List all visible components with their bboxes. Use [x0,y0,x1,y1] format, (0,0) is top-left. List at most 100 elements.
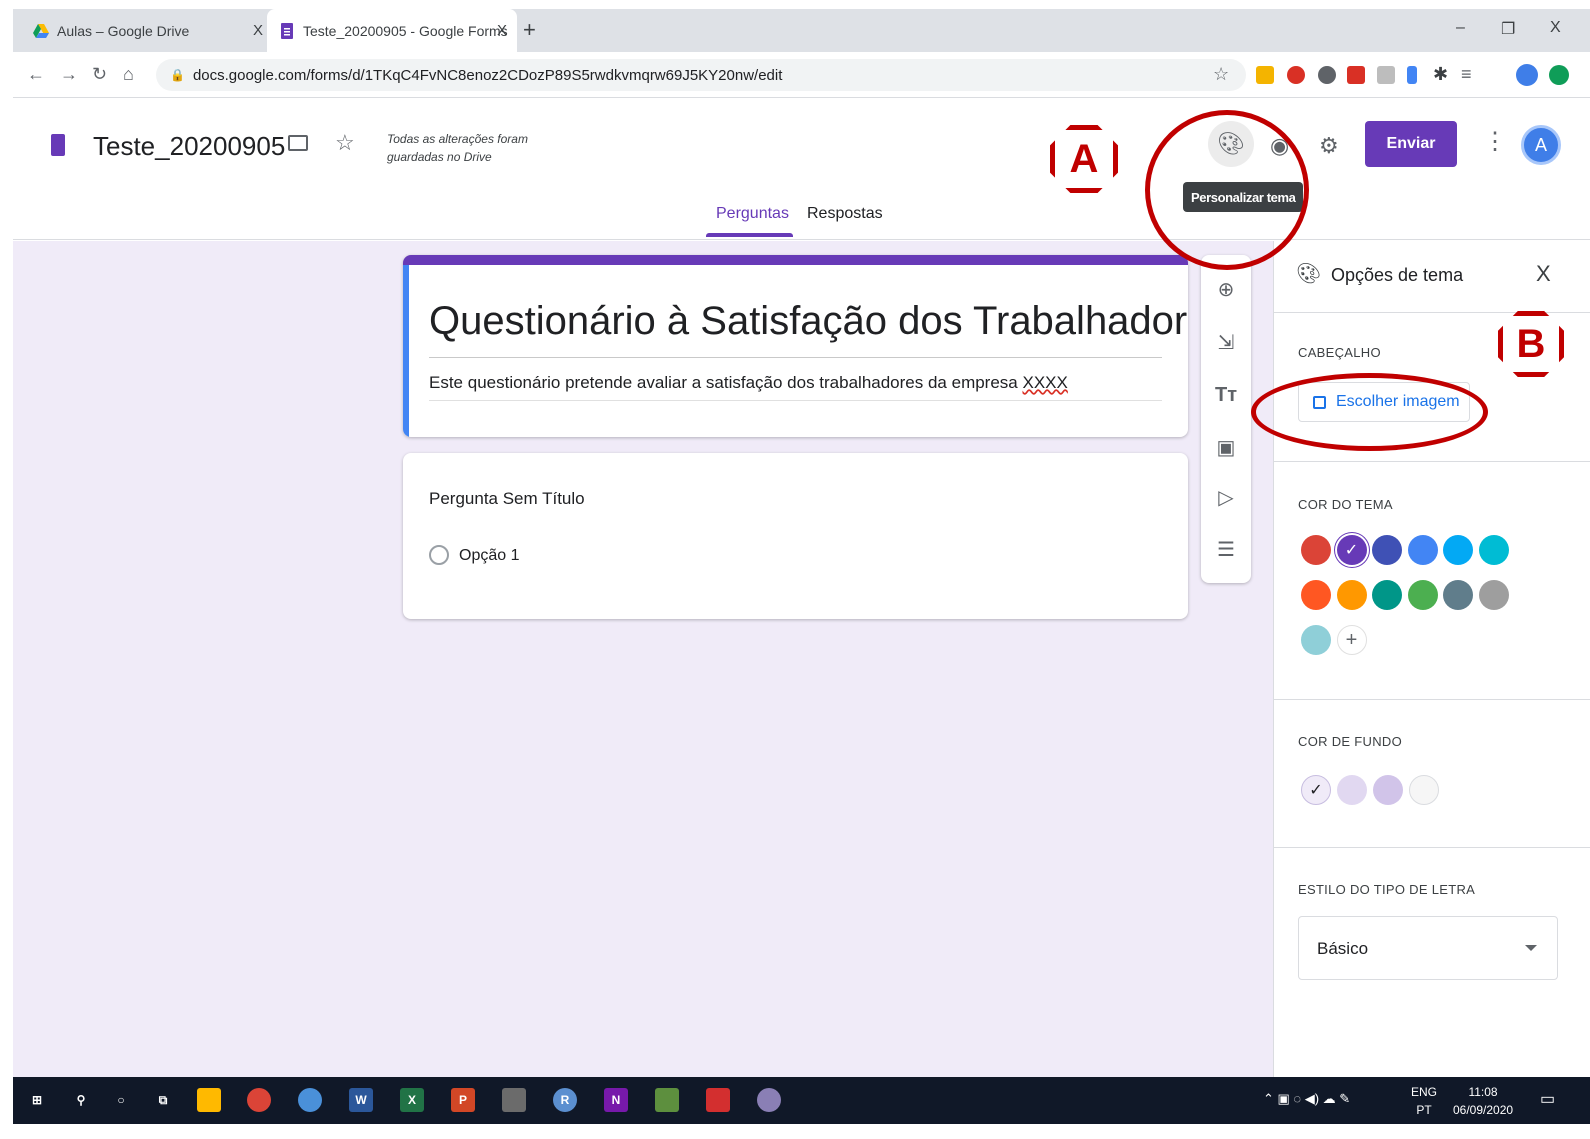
clock-date: 06/09/2020 [1453,1103,1514,1117]
add-section-icon[interactable]: ☰ [1214,537,1238,561]
theme-color-swatch[interactable] [1336,580,1367,610]
background-color-section-label: COR DE FUNDO [1298,734,1402,749]
description-text: Este questionário pretende avaliar a sat… [429,373,1023,392]
background-color-swatch[interactable] [1373,775,1403,805]
back-icon[interactable]: ← [27,64,45,85]
send-button[interactable]: Enviar [1365,121,1457,167]
forms-doc-icon [51,134,65,156]
adblock-icon[interactable] [1287,66,1305,84]
address-bar[interactable]: 🔒 docs.google.com/forms/d/1TKqC4FvNC8eno… [156,59,1246,91]
excel-icon[interactable]: X [400,1088,424,1112]
question-toolbar: ⊕ ⇲ Tт ▣ ▷ ☰ [1201,255,1251,583]
form-title[interactable]: Questionário à Satisfação dos Trabalhado… [429,299,1188,344]
bookmark-star-icon[interactable]: ☆ [1213,64,1229,85]
form-description[interactable]: Este questionário pretende avaliar a sat… [429,373,1068,393]
onenote-icon[interactable]: N [604,1088,628,1112]
clock-time: 11:08 [1468,1085,1498,1099]
save-status-line: Todas as alterações foram [387,132,528,146]
radio-button[interactable] [429,545,449,565]
extensions-puzzle-icon[interactable]: ✱ [1433,64,1448,85]
browser-tab-strip: Aulas – Google Drive X Teste_20200905 - … [13,9,1590,52]
system-clock[interactable]: 11:08 06/09/2020 [1453,1083,1513,1119]
new-tab-button[interactable]: + [523,17,536,43]
minimize-window-icon[interactable]: – [1456,19,1465,37]
language-indicator[interactable]: ENG PT [1411,1083,1437,1119]
tray-icons[interactable]: ⌃ ▣ ◌ ◀) ☁ ✎ [1263,1091,1350,1107]
palette-icon: 🎨︎ [1296,263,1322,285]
add-question-icon[interactable]: ⊕ [1214,277,1238,301]
home-icon[interactable]: ⌂ [123,64,134,85]
tab-google-drive[interactable]: Aulas – Google Drive X [33,9,273,52]
add-custom-color-button[interactable]: + [1336,625,1367,655]
cortana-icon[interactable]: ○ [109,1088,133,1112]
avatar[interactable]: A [1521,125,1561,165]
close-window-icon[interactable]: X [1550,19,1561,37]
drive-extension-icon[interactable] [1318,66,1336,84]
folder-icon[interactable] [288,135,308,151]
theme-color-swatch[interactable] [1407,580,1438,610]
theme-color-swatch[interactable] [1301,535,1331,565]
tab-google-forms[interactable]: Teste_20200905 - Google Forms X [267,9,517,52]
extension-icon[interactable] [1256,66,1274,84]
add-title-icon[interactable]: Tт [1214,383,1238,407]
extension-icon[interactable] [1377,66,1395,84]
windows-start-icon[interactable]: ⊞ [25,1088,49,1112]
theme-color-swatch[interactable] [1301,625,1331,655]
media-queue-icon[interactable]: ≡ [1461,64,1472,85]
forward-icon[interactable]: → [60,64,78,85]
option-label[interactable]: Opção 1 [459,547,519,565]
word-icon[interactable]: W [349,1088,373,1112]
theme-color-swatch[interactable] [1372,535,1402,565]
question-card[interactable]: Pergunta Sem Título Opção 1 [403,453,1188,619]
tab-title: Teste_20200905 - Google Forms [303,22,508,39]
theme-color-swatch[interactable] [1478,535,1509,565]
reload-icon[interactable]: ↻ [92,64,107,85]
keyboard-layout: PT [1416,1103,1432,1117]
background-color-swatch[interactable]: ✓ [1301,775,1331,805]
star-icon[interactable]: ☆ [335,130,355,156]
r-icon[interactable]: R [553,1088,577,1112]
restore-window-icon[interactable]: ❐ [1501,19,1515,39]
windows-taskbar: ⊞ ⚲ ○ ⧉ W X P R N ⌃ ▣ ◌ ◀) ☁ ✎ ENG PT 11… [13,1077,1590,1124]
more-options-icon[interactable]: ⋮ [1483,127,1507,156]
extension-icon[interactable] [1347,66,1365,84]
profile-icon[interactable] [1516,64,1538,86]
background-color-swatch[interactable] [1337,775,1367,805]
acrobat-icon[interactable] [706,1088,730,1112]
search-icon[interactable]: ⚲ [69,1088,93,1112]
theme-color-swatch[interactable] [1372,580,1402,610]
close-icon[interactable]: X [1536,261,1551,287]
close-tab-icon[interactable]: X [253,22,263,39]
document-title[interactable]: Teste_20200905 [93,131,285,162]
app-icon[interactable] [298,1088,322,1112]
save-status-line: guardadas no Drive [387,150,492,164]
tab-responses[interactable]: Respostas [807,205,883,223]
calculator-icon[interactable] [502,1088,526,1112]
question-title[interactable]: Pergunta Sem Título [429,489,585,509]
task-view-icon[interactable]: ⧉ [151,1088,175,1112]
add-video-icon[interactable]: ▷ [1214,485,1238,509]
app-icon[interactable] [655,1088,679,1112]
settings-gear-icon[interactable]: ⚙ [1319,133,1339,159]
form-title-card[interactable]: Questionário à Satisfação dos Trabalhado… [403,255,1188,437]
theme-color-swatch[interactable] [1443,580,1473,610]
spellcheck-word: XXXX [1022,373,1068,392]
chrome-icon[interactable] [247,1088,271,1112]
theme-color-swatch[interactable] [1478,580,1509,610]
add-image-icon[interactable]: ▣ [1214,435,1238,459]
audio-icon[interactable] [1407,66,1417,84]
theme-color-swatch[interactable] [1301,580,1331,610]
background-color-swatch[interactable] [1409,775,1439,805]
powerpoint-icon[interactable]: P [451,1088,475,1112]
tab-questions[interactable]: Perguntas [716,205,789,223]
theme-color-swatch[interactable]: ✓ [1336,535,1367,565]
theme-color-swatch[interactable] [1407,535,1438,565]
notifications-icon[interactable]: ▭ [1540,1089,1555,1109]
close-tab-icon[interactable]: X [497,22,507,39]
font-style-select[interactable]: Básico [1298,916,1558,980]
snipping-tool-icon[interactable] [757,1088,781,1112]
extension-icon[interactable] [1549,65,1569,85]
file-explorer-icon[interactable] [197,1088,221,1112]
import-questions-icon[interactable]: ⇲ [1214,330,1238,354]
theme-color-swatch[interactable] [1443,535,1473,565]
